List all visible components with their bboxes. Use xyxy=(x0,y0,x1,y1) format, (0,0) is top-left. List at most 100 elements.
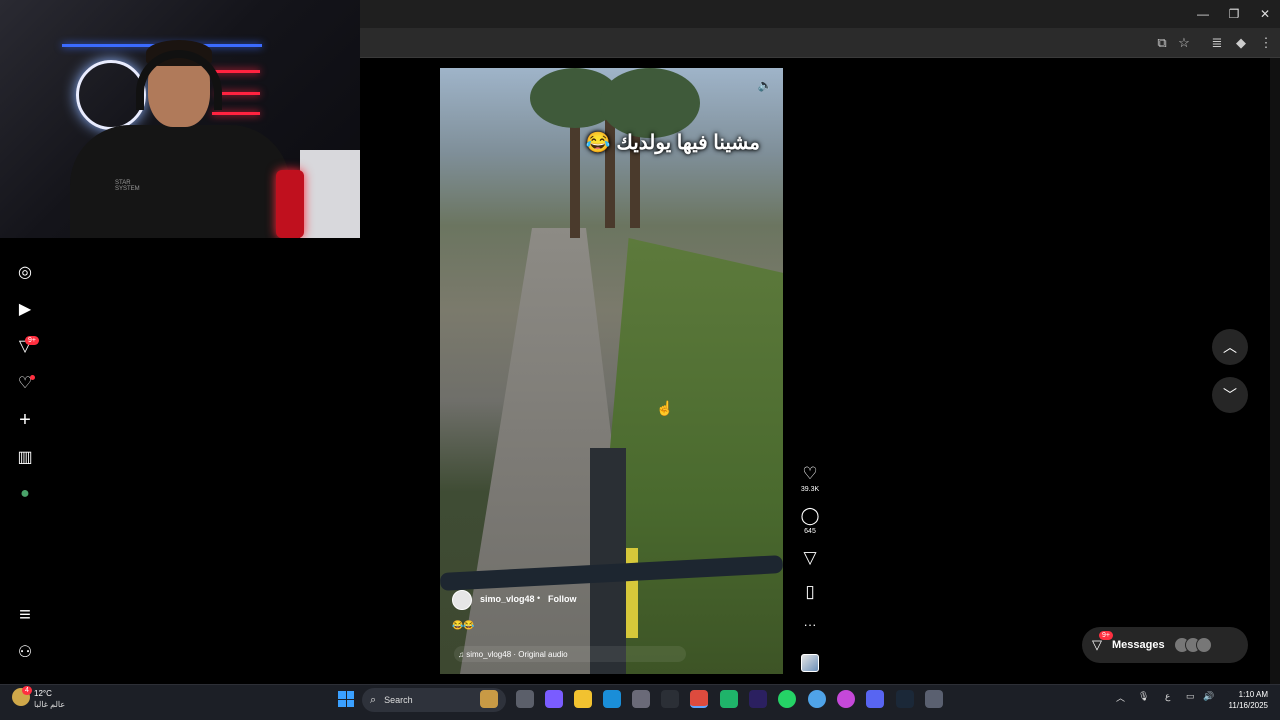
steam-icon[interactable] xyxy=(896,690,914,708)
comment-count: 645 xyxy=(804,528,816,535)
search-placeholder: Search xyxy=(384,695,413,705)
reels-icon: ▶ xyxy=(18,301,32,318)
reel-caption: مشينا فيها يولديك 😂 xyxy=(585,132,760,154)
share-button[interactable]: ▽ xyxy=(798,548,822,568)
more-icon: ··· xyxy=(803,617,817,632)
chevron-up-icon: ︿ xyxy=(1223,339,1237,355)
bookmark-star-icon[interactable]: ☆ xyxy=(1174,33,1194,53)
alienware-icon[interactable] xyxy=(661,690,679,708)
start-button[interactable] xyxy=(338,691,354,707)
send-icon: ▽ xyxy=(803,548,817,567)
weather-badge: 4 xyxy=(22,686,32,695)
restore-button[interactable]: ❐ xyxy=(1221,4,1247,24)
settings-gear-icon[interactable] xyxy=(925,690,943,708)
sidebar-item-create[interactable]: + xyxy=(14,409,36,431)
capcut-icon[interactable] xyxy=(720,690,738,708)
sidebar-item-also-from-meta[interactable]: ⚇ xyxy=(14,641,36,663)
search-icon: ⌕ xyxy=(370,693,377,706)
widget-icon[interactable] xyxy=(480,690,498,708)
clock-time: 1:10 AM xyxy=(1238,690,1268,699)
chart-icon: ▥ xyxy=(17,449,33,466)
author-username[interactable]: simo_vlog48 xyxy=(480,594,535,604)
premiere-icon[interactable] xyxy=(749,690,767,708)
separator-dot: • xyxy=(537,593,541,603)
menu-icon: ≡ xyxy=(19,603,31,626)
author-avatar[interactable] xyxy=(452,590,472,610)
bike-stem xyxy=(590,448,626,674)
monitor xyxy=(300,150,360,238)
notification-dot xyxy=(30,375,35,380)
clock-date: 11/16/2025 xyxy=(1228,701,1268,710)
reel-video[interactable]: مشينا فيها يولديك 😂 🔈 simo_vlog48 • Foll… xyxy=(440,68,783,674)
shirt-print: STAR SYSTEM xyxy=(115,180,140,192)
reel-description: 😂😂 xyxy=(452,620,475,630)
sidebar-item-more[interactable]: ≡ xyxy=(14,604,36,626)
music-icon[interactable] xyxy=(837,690,855,708)
sidebar-item-reels[interactable]: ▶ xyxy=(14,298,36,320)
plus-icon: + xyxy=(19,408,31,431)
tree-canopy xyxy=(600,68,700,138)
browser-app-icon[interactable] xyxy=(808,690,826,708)
bookmark-icon: ▯ xyxy=(805,582,815,601)
volume-icon[interactable]: 🔊 xyxy=(1203,691,1214,702)
webcam-overlay: STAR SYSTEM xyxy=(0,0,360,238)
audio-thumbnail[interactable] xyxy=(801,654,819,672)
media-control-icon[interactable]: ≣ xyxy=(1207,33,1227,53)
compass-icon: ◎ xyxy=(18,264,32,281)
minimize-button[interactable]: — xyxy=(1190,4,1216,24)
hand-cursor-icon: ☝ xyxy=(656,400,674,416)
taskbar-clock[interactable]: 1:10 AM 11/16/2025 xyxy=(1222,689,1268,711)
avatar xyxy=(1195,637,1212,653)
network-icon[interactable]: ▭ xyxy=(1186,691,1195,702)
bike-fork xyxy=(626,548,638,638)
more-options-button[interactable]: ··· xyxy=(798,617,822,632)
meta-icon: ⚇ xyxy=(17,644,33,661)
microphone-icon[interactable]: 🎙 xyxy=(1138,691,1149,702)
comment-button[interactable]: ◯ 645 xyxy=(798,506,822,535)
streamer-body xyxy=(70,125,290,238)
neon-light xyxy=(210,70,260,73)
sidebar-item-explore[interactable]: ◎ xyxy=(14,261,36,283)
extension-icon[interactable]: ◆ xyxy=(1231,33,1251,53)
sidebar-item-dashboard[interactable]: ▥ xyxy=(14,446,36,468)
discord-icon[interactable] xyxy=(866,690,884,708)
messages-badge: 9+ xyxy=(25,336,39,345)
task-view-icon[interactable] xyxy=(516,690,534,708)
save-button[interactable]: ▯ xyxy=(798,582,822,602)
chrome-icon[interactable] xyxy=(690,690,708,708)
language-indicator[interactable]: ع xyxy=(1165,691,1170,702)
heart-icon: ♡ xyxy=(802,464,818,483)
like-button[interactable]: ♡ 39.3K xyxy=(798,464,822,493)
neon-light xyxy=(212,112,260,115)
comment-icon: ◯ xyxy=(800,506,820,525)
weather-location: عالم غالبا xyxy=(34,700,66,709)
close-button[interactable]: ✕ xyxy=(1252,4,1278,24)
copilot-icon[interactable] xyxy=(545,690,563,708)
browser-menu-icon[interactable]: ⋮ xyxy=(1256,33,1276,53)
sidebar-item-profile[interactable]: ● xyxy=(14,483,36,505)
audio-attribution[interactable]: ♫ simo_vlog48 · Original audio xyxy=(454,646,686,662)
follow-button[interactable]: Follow xyxy=(548,594,577,604)
speaker-icon: 🔈 xyxy=(757,78,773,92)
message-avatars xyxy=(1173,637,1212,653)
whatsapp-icon[interactable] xyxy=(778,690,796,708)
mute-button[interactable]: 🔈 xyxy=(756,76,774,94)
chevron-down-icon: ﹀ xyxy=(1223,387,1237,403)
install-app-icon[interactable]: ⧉ xyxy=(1152,33,1172,53)
edge-icon[interactable] xyxy=(603,690,621,708)
previous-reel-button[interactable]: ︿ xyxy=(1212,329,1248,365)
messages-badge: 9+ xyxy=(1099,631,1113,640)
next-reel-button[interactable]: ﹀ xyxy=(1212,377,1248,413)
browser-toolbar xyxy=(360,28,1280,58)
store-icon[interactable] xyxy=(632,690,650,708)
chevron-up-icon[interactable]: ︿ xyxy=(1116,691,1125,704)
file-explorer-icon[interactable] xyxy=(574,690,592,708)
page-scrollbar[interactable] xyxy=(1270,58,1280,684)
weather-temperature: 12°C xyxy=(34,689,52,698)
messages-pill[interactable]: ▽ 9+ Messages xyxy=(1082,627,1248,663)
like-count: 39.3K xyxy=(800,486,820,493)
avatar-icon: ● xyxy=(20,485,30,502)
send-icon: ▽ 9+ xyxy=(1092,631,1113,653)
microphone xyxy=(276,170,304,238)
messages-label: Messages xyxy=(1112,639,1165,651)
